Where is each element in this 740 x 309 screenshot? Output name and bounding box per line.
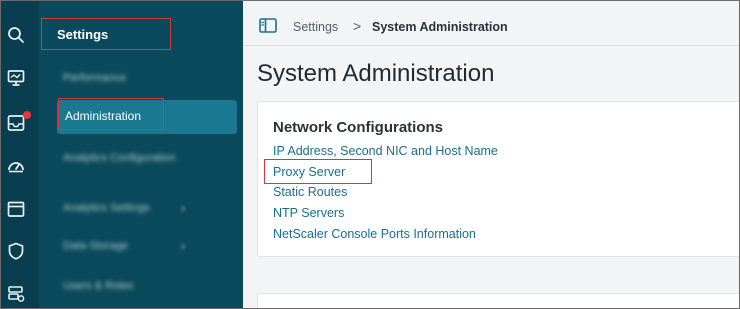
chevron-right-icon: › [181,201,185,215]
main-content: Settings > System Administration System … [243,1,739,308]
link-ip-address[interactable]: IP Address, Second NIC and Host Name [273,144,498,158]
notification-dot [23,111,31,119]
card-title: Network Configurations [273,119,444,136]
top-bar: Settings > System Administration [243,1,739,46]
inbox-icon[interactable] [6,111,31,133]
sidebar-item-users-roles[interactable]: Users & Roles [63,280,133,292]
highlight-box-settings [41,18,171,50]
sidebar-item-analytics-configuration[interactable]: Analytics Configuration [63,152,183,165]
sidebar-item-performance[interactable]: Performance [63,72,126,84]
sidebar-item-data-storage[interactable]: Data Storage [63,240,128,252]
page-title: System Administration [257,60,495,87]
calendar-icon[interactable] [6,199,26,219]
link-ntp-servers[interactable]: NTP Servers [273,206,344,220]
settings-sidebar: Settings Performance Administration Anal… [39,1,243,308]
database-settings-icon[interactable] [6,284,26,304]
highlight-box-proxy-server [264,159,372,184]
network-configurations-card: Network Configurations IP Address, Secon… [257,101,739,257]
shield-icon[interactable] [6,241,26,261]
breadcrumb-separator: > [353,18,362,34]
search-icon[interactable] [6,25,26,45]
dashboard-gauge-icon[interactable] [6,156,26,176]
link-static-routes[interactable]: Static Routes [273,185,347,199]
link-console-ports[interactable]: NetScaler Console Ports Information [273,227,476,241]
secondary-card [257,293,739,308]
app-window: Settings Performance Administration Anal… [0,0,740,309]
sidebar-item-analytics-settings[interactable]: Analytics Settings [63,202,150,214]
icon-rail [1,1,39,308]
breadcrumb-current: System Administration [372,20,508,34]
breadcrumb-settings[interactable]: Settings [293,20,338,34]
monitor-icon[interactable] [6,68,26,88]
highlight-box-administration [58,98,164,130]
chevron-right-icon: › [181,239,185,253]
sidebar-toggle-icon[interactable] [259,18,277,33]
